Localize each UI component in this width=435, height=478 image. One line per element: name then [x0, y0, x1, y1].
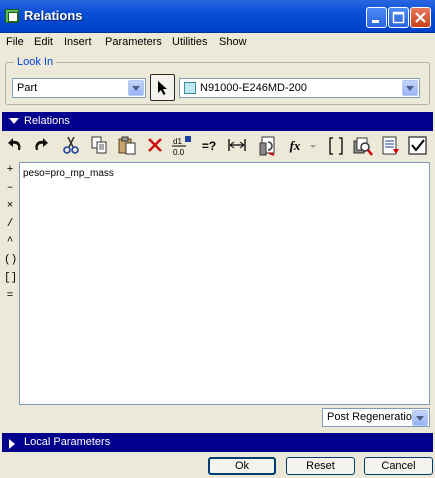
insert-parameter-icon[interactable]	[257, 135, 279, 157]
operator-equals[interactable]: =	[4, 290, 16, 302]
copy-icon[interactable]	[88, 135, 110, 157]
verify-icon[interactable]	[407, 135, 429, 157]
operator-brackets[interactable]: []	[4, 272, 17, 284]
operator-power[interactable]: ^	[4, 236, 16, 248]
relations-editor-text: peso=pro_mp_mass	[23, 168, 114, 179]
maximize-icon	[392, 11, 405, 24]
maximize-button[interactable]	[388, 7, 409, 28]
paste-icon[interactable]	[116, 135, 138, 157]
regeneration-select[interactable]: Post Regeneratior	[322, 408, 430, 427]
cut-icon[interactable]	[60, 135, 82, 157]
menu-edit[interactable]: Edit	[34, 36, 53, 48]
redo-icon[interactable]	[30, 135, 52, 157]
ok-button[interactable]: Ok	[208, 457, 276, 475]
units-bottom-text: 0.0	[173, 148, 185, 157]
part-model-icon	[184, 82, 196, 94]
operator-multiply[interactable]: ×	[4, 200, 16, 212]
operator-plus[interactable]: +	[4, 164, 16, 176]
local-parameters-label: Local Parameters	[24, 436, 111, 448]
object-type-select[interactable]: Part	[12, 78, 146, 98]
sort-icon[interactable]	[380, 135, 402, 157]
chevron-down-icon[interactable]	[412, 410, 428, 426]
relations-section-header[interactable]: Relations	[2, 112, 433, 131]
window-title: Relations	[24, 8, 83, 23]
units-top-text: d1	[173, 137, 182, 146]
look-in-label: Look In	[14, 56, 57, 68]
relations-editor[interactable]: peso=pro_mp_mass	[19, 162, 430, 405]
expand-triangle-icon	[9, 439, 15, 449]
undo-icon[interactable]	[4, 135, 26, 157]
chevron-down-icon[interactable]	[128, 80, 144, 96]
menu-utilities[interactable]: Utilities	[172, 36, 207, 48]
app-icon	[5, 9, 19, 23]
operator-parentheses[interactable]: ()	[4, 254, 17, 266]
menu-show[interactable]: Show	[219, 36, 247, 48]
relations-section-label: Relations	[24, 115, 70, 127]
function-dropdown-icon[interactable]	[307, 135, 319, 157]
object-type-value: Part	[17, 82, 38, 94]
close-button[interactable]	[410, 7, 431, 28]
model-select[interactable]: N91000-E246MD-200	[179, 78, 420, 98]
menu-insert[interactable]: Insert	[64, 36, 92, 48]
measure-icon[interactable]	[226, 135, 248, 157]
menu-file[interactable]: File	[6, 36, 24, 48]
search-icon[interactable]	[352, 135, 374, 157]
delete-icon[interactable]	[144, 135, 166, 157]
arrow-pointer-icon	[158, 81, 167, 95]
menu-parameters[interactable]: Parameters	[105, 36, 162, 48]
function-icon[interactable]: fx	[284, 135, 306, 157]
collapse-triangle-icon	[9, 118, 19, 124]
close-icon	[415, 12, 426, 23]
select-model-button[interactable]	[150, 74, 175, 101]
reset-button[interactable]: Reset	[286, 457, 355, 475]
evaluate-icon[interactable]: =?	[198, 135, 220, 157]
minimize-button[interactable]	[366, 7, 387, 28]
minimize-icon	[372, 20, 379, 23]
operator-minus[interactable]: –	[4, 182, 16, 194]
cancel-button[interactable]: Cancel	[364, 457, 433, 475]
operator-divide[interactable]: /	[4, 218, 16, 230]
chevron-down-icon[interactable]	[402, 80, 418, 96]
model-value: N91000-E246MD-200	[200, 82, 308, 94]
regeneration-value: Post Regeneratior	[327, 411, 416, 423]
local-parameters-section-header[interactable]: Local Parameters	[2, 433, 433, 452]
relations-toolbar: d1 0.0 =? fx	[2, 133, 433, 159]
brackets-icon[interactable]	[325, 135, 347, 157]
units-icon[interactable]: d1 0.0	[170, 135, 192, 157]
